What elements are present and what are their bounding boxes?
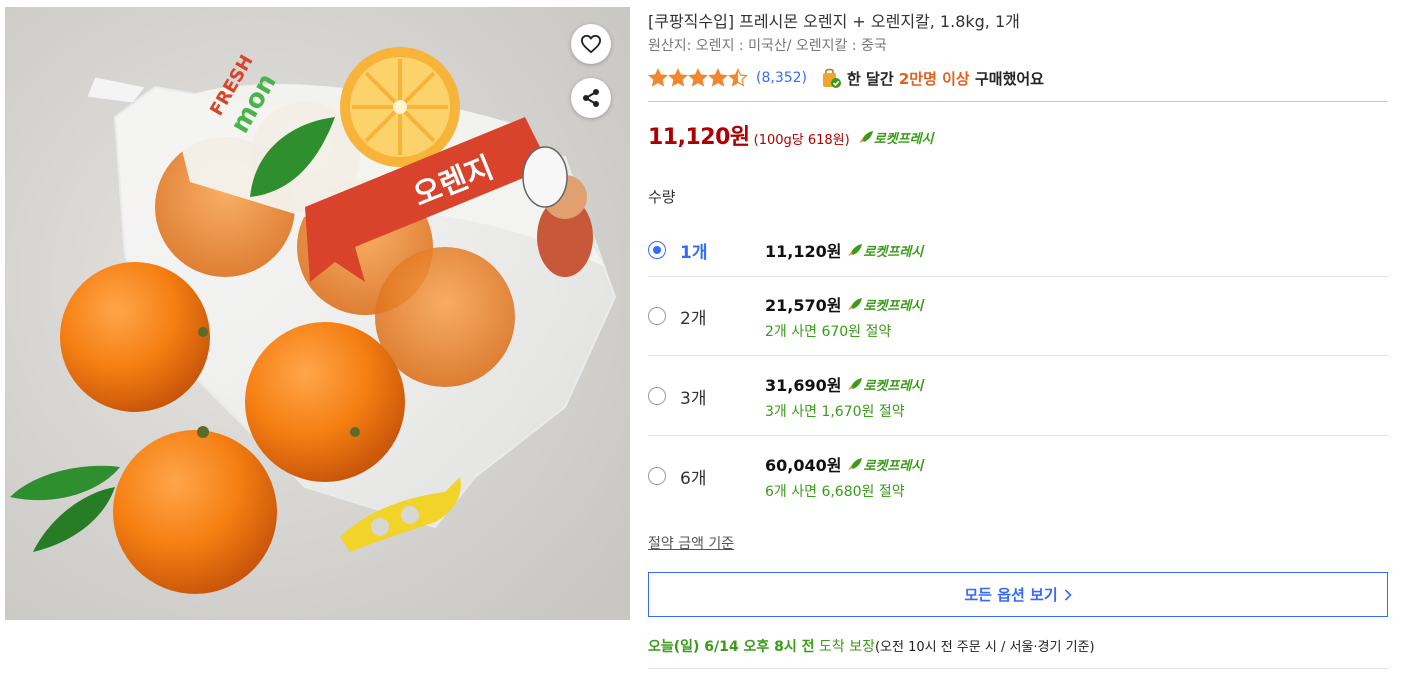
quantity-radio-4[interactable] [648,467,666,485]
rocket-fresh-label: 로켓프레시 [863,298,924,314]
quantity-option-price-row: 21,570원 로켓프레시 [765,292,923,316]
quantity-option-label: 6개 [680,469,707,489]
quantity-option-2[interactable]: 2개 21,570원 로켓프레시 2개 사면 670원 절약 [648,290,1388,354]
rocket-fresh-label: 로켓프레시 [863,378,924,394]
star-icon [648,68,748,87]
product-photo: 오렌지 FRESH mon [5,7,630,620]
bought-prefix: 한 달간 [847,69,899,88]
quantity-option-price: 21,570원 [765,296,842,315]
delivery-cutoff: (오전 10시 전 주문 시 / 서울·경기 기준) [874,640,1095,655]
star-rating[interactable] [648,68,748,88]
rocket-icon [848,378,863,390]
quantity-option-1[interactable]: 1개 11,120원 로켓프레시 [648,236,1388,276]
quantity-option-price-row: 60,040원 로켓프레시 [765,452,923,476]
quantity-label: 수량 [648,188,676,206]
quantity-option-price: 11,120원 [765,242,842,261]
quantity-option-price: 31,690원 [765,376,842,395]
rocket-icon [858,131,873,143]
quantity-radio-1[interactable] [648,241,666,259]
product-origin: 원산지: 오렌지 : 미국산/ 오렌지칼 : 중국 [648,38,887,54]
product-image: 오렌지 FRESH mon [5,7,630,620]
quantity-radio-3[interactable] [648,387,666,405]
quantity-option-saving: 3개 사면 1,670원 절약 [765,404,905,420]
rocket-fresh-badge: 로켓프레시 [847,241,923,260]
rocket-fresh-badge: 로켓프레시 [847,375,923,394]
rocket-fresh-label: 로켓프레시 [873,131,934,147]
option-divider [648,355,1388,356]
quantity-option-3[interactable]: 3개 31,690원 로켓프레시 3개 사면 1,670원 절약 [648,370,1388,434]
rocket-fresh-badge: 로켓프레시 [847,295,923,314]
delivery-info: 오늘(일) 6/14 오후 8시 전 도착 보장(오전 10시 전 주문 시 /… [648,636,1095,656]
rocket-icon [848,458,863,470]
quantity-option-price: 60,040원 [765,456,842,475]
shopping-bag-check-icon [821,67,842,89]
quantity-radio-2[interactable] [648,307,666,325]
bought-highlight: 2만명 이상 [898,69,970,88]
rocket-fresh-label: 로켓프레시 [863,244,924,260]
share-icon [583,89,599,107]
heart-icon [581,34,601,54]
bought-suffix: 구매했어요 [969,69,1044,88]
view-all-options-label: 모든 옵션 보기 [964,586,1058,604]
delivery-date: 오늘(일) 6/14 오후 8시 전 [648,639,815,655]
rocket-fresh-label: 로켓프레시 [863,458,924,474]
divider [648,668,1388,669]
option-divider [648,435,1388,436]
quantity-option-saving: 2개 사면 670원 절약 [765,324,892,340]
rocket-fresh-badge: 로켓프레시 [858,128,934,147]
divider [648,101,1388,102]
quantity-option-price-row: 11,120원 로켓프레시 [765,238,923,262]
purchase-count-text: 한 달간 2만명 이상 구매했어요 [847,68,1044,89]
share-button[interactable] [571,78,611,118]
quantity-option-label: 2개 [680,309,707,329]
delivery-guarantee: 도착 보장 [814,639,875,655]
quantity-option-4[interactable]: 6개 60,040원 로켓프레시 6개 사면 6,680원 절약 [648,450,1388,514]
product-title: [쿠팡직수입] 프레시몬 오렌지 + 오렌지칼, 1.8kg, 1개 [648,12,1020,31]
saving-basis-link[interactable]: 절약 금액 기준 [648,533,734,553]
sale-price: 11,120원 [648,125,750,150]
rocket-icon [848,298,863,310]
rocket-fresh-badge: 로켓프레시 [847,455,923,474]
quantity-option-saving: 6개 사면 6,680원 절약 [765,484,905,500]
quantity-option-label: 3개 [680,389,707,409]
quantity-option-label: 1개 [680,243,708,263]
rating-row: (8,352) 한 달간 2만명 이상 구매했어요 [648,66,1044,90]
chevron-right-icon [1064,588,1072,601]
unit-price: (100g당 618원) [753,133,850,148]
wishlist-button[interactable] [571,24,611,64]
rocket-icon [848,244,863,256]
view-all-options-button[interactable]: 모든 옵션 보기 [648,572,1388,617]
option-divider [648,276,1388,277]
price-row: 11,120원 (100g당 618원) 로켓프레시 [648,119,934,151]
review-count-link[interactable]: (8,352) [756,70,807,86]
quantity-option-price-row: 31,690원 로켓프레시 [765,372,923,396]
